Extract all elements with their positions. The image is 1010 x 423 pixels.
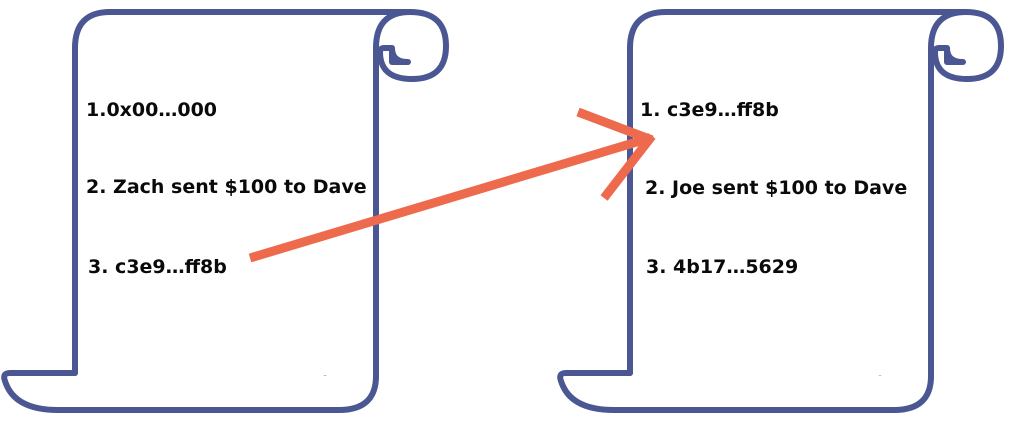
blockchain-diagram: 1.0x00…000 2. Zach sent $100 to Dave 3. … bbox=[1, 9, 1004, 413]
block-1-scroll-top-inner bbox=[389, 48, 408, 65]
block-1-line-1: 1.0x00…000 bbox=[86, 99, 217, 121]
block-2-line-2: 2. Joe sent $100 to Dave bbox=[645, 177, 907, 199]
block-2-scroll-top-roll bbox=[932, 9, 1004, 82]
block-2-line-1: 1. c3e9…ff8b bbox=[640, 99, 779, 121]
block-1-scroll-top-roll bbox=[377, 9, 449, 82]
block-1-line-2: 2. Zach sent $100 to Dave bbox=[86, 176, 367, 198]
block-2-line-3: 3. 4b17…5629 bbox=[646, 256, 798, 278]
block-2-scroll: 1. c3e9…ff8b 2. Joe sent $100 to Dave 3.… bbox=[557, 9, 1004, 413]
block-2-scroll-top-inner bbox=[944, 48, 963, 65]
block-1-scroll: 1.0x00…000 2. Zach sent $100 to Dave 3. … bbox=[1, 9, 449, 413]
block-1-line-3: 3. c3e9…ff8b bbox=[88, 256, 227, 278]
